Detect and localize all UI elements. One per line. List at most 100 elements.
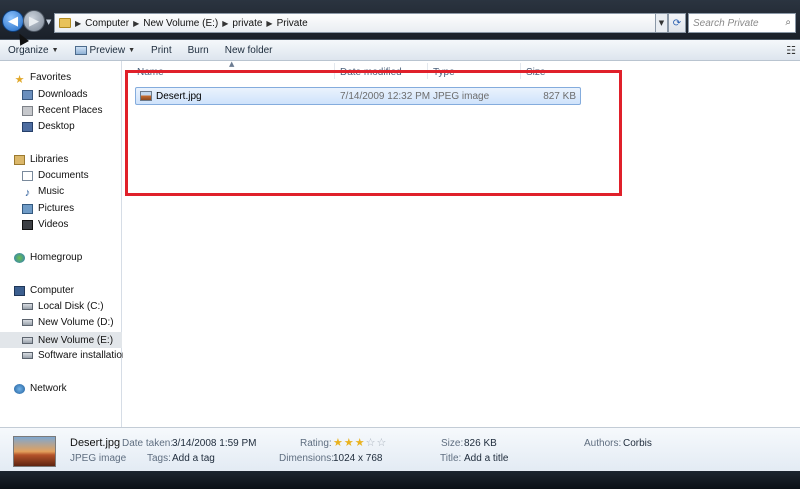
- dimensions-value: 1024 x 768: [333, 453, 383, 464]
- organize-menu[interactable]: Organize ▼: [0, 40, 67, 60]
- date-taken-value[interactable]: 3/14/2008 1:59 PM: [172, 438, 257, 449]
- sidebar-item-label: Favorites: [30, 72, 72, 83]
- chevron-right-icon[interactable]: ▶: [222, 19, 228, 28]
- change-view-icon[interactable]: ☷: [786, 44, 796, 57]
- chevron-right-icon[interactable]: ▶: [133, 19, 139, 28]
- authors-value[interactable]: Corbis: [623, 438, 652, 449]
- organize-label: Organize: [8, 44, 49, 56]
- breadcrumb-new-volume-e[interactable]: New Volume (E:): [143, 18, 218, 29]
- pictures-icon: [22, 203, 33, 214]
- sidebar-item-label: Downloads: [38, 89, 88, 100]
- file-thumbnail: [13, 436, 56, 467]
- burn-button[interactable]: Burn: [180, 40, 217, 60]
- rating-stars[interactable]: ★ ★ ★ ☆ ☆: [333, 438, 387, 449]
- sidebar-item-label: Libraries: [30, 154, 69, 165]
- star-icon[interactable]: ★: [333, 438, 343, 449]
- star-icon: ★: [14, 73, 25, 86]
- forward-button[interactable]: ▶: [23, 10, 45, 32]
- documents-icon: [22, 170, 33, 181]
- sidebar-item-label: Documents: [38, 170, 89, 181]
- sidebar-item-label: Videos: [38, 219, 69, 230]
- sidebar-item-network[interactable]: Network: [14, 383, 67, 394]
- chevron-right-icon[interactable]: ▶: [75, 19, 81, 28]
- star-icon[interactable]: ☆: [377, 438, 387, 449]
- size-value: 826 KB: [464, 438, 497, 449]
- preview-menu[interactable]: Preview ▼: [67, 40, 144, 60]
- sidebar-item-favorites[interactable]: ★ Favorites: [14, 72, 72, 86]
- sidebar-item-downloads[interactable]: Downloads: [22, 89, 87, 100]
- search-box[interactable]: ⌕: [688, 13, 796, 33]
- title-bar: ◀ ▶ ▼ ▶ Computer ▶ New Volume (E:) ▶ pri…: [0, 0, 800, 40]
- dimensions-label: Dimensions:: [279, 453, 335, 464]
- navigation-pane: ★ Favorites Downloads Recent Places Desk…: [0, 61, 128, 427]
- sidebar-item-documents[interactable]: Documents: [22, 170, 89, 181]
- sidebar-item-desktop[interactable]: Desktop: [22, 121, 75, 132]
- print-button[interactable]: Print: [143, 40, 180, 60]
- recent-pages-dropdown-icon[interactable]: ▼: [46, 18, 51, 26]
- homegroup-icon: [14, 252, 25, 263]
- sidebar-item-music[interactable]: ♪ Music: [22, 186, 65, 199]
- sidebar-item-videos[interactable]: Videos: [22, 219, 68, 230]
- downloads-folder-icon: [22, 89, 33, 100]
- red-highlight-annotation: [125, 70, 622, 196]
- computer-icon: [14, 285, 25, 296]
- sidebar-item-libraries[interactable]: Libraries: [14, 154, 68, 165]
- details-filetype: JPEG image: [70, 453, 127, 464]
- drive-icon: [22, 352, 33, 359]
- folder-icon: [59, 18, 71, 28]
- sidebar-item-label: New Volume (E:): [38, 334, 114, 346]
- tags-value[interactable]: Add a tag: [172, 453, 215, 464]
- taskbar: [0, 471, 800, 489]
- sidebar-item-local-disk-c[interactable]: Local Disk (C:): [22, 301, 104, 312]
- star-icon[interactable]: ★: [344, 438, 354, 449]
- preview-icon: [74, 45, 87, 55]
- search-icon[interactable]: ⌕: [785, 17, 791, 28]
- address-bar[interactable]: ▶ Computer ▶ New Volume (E:) ▶ private ▶…: [54, 13, 656, 33]
- star-icon[interactable]: ★: [355, 438, 365, 449]
- command-toolbar: Organize ▼ Preview ▼ Print Burn New fold…: [0, 40, 800, 61]
- size-label: Size:: [441, 438, 464, 449]
- details-filename: Desert.jpg: [70, 437, 121, 449]
- star-icon[interactable]: ☆: [366, 438, 376, 449]
- sidebar-item-recent-places[interactable]: Recent Places: [22, 105, 102, 116]
- authors-label: Authors:: [584, 438, 622, 449]
- new-folder-label: New folder: [224, 44, 273, 56]
- music-icon: ♪: [24, 186, 31, 199]
- sidebar-item-label: Recent Places: [38, 105, 103, 116]
- rating-label: Rating:: [300, 438, 332, 449]
- videos-icon: [22, 219, 33, 230]
- breadcrumb-private-folder[interactable]: private: [232, 18, 262, 29]
- recent-places-icon: [22, 105, 33, 116]
- sidebar-item-label: Network: [30, 383, 67, 394]
- desktop-icon: [22, 121, 33, 132]
- title-label: Title:: [440, 453, 462, 464]
- drive-icon: [22, 336, 33, 344]
- new-folder-button[interactable]: New folder: [217, 40, 281, 60]
- sort-ascending-icon: ▲: [229, 60, 235, 68]
- sidebar-item-label: Music: [38, 186, 65, 197]
- sidebar-item-homegroup[interactable]: Homegroup: [14, 252, 82, 263]
- sidebar-item-label: Desktop: [38, 121, 75, 132]
- refresh-button[interactable]: ⟳: [668, 13, 686, 33]
- sidebar-item-new-volume-e[interactable]: New Volume (E:): [0, 332, 122, 348]
- sidebar-item-pictures[interactable]: Pictures: [22, 203, 74, 214]
- back-button[interactable]: ◀: [2, 10, 24, 32]
- chevron-down-icon: ▼: [51, 46, 59, 54]
- address-history-dropdown[interactable]: ▼: [656, 13, 668, 33]
- chevron-down-icon: ▼: [128, 46, 136, 54]
- sidebar-item-label: Homegroup: [30, 252, 83, 263]
- drive-icon: [22, 319, 33, 326]
- preview-label: Preview: [89, 44, 126, 56]
- sidebar-item-label: Local Disk (C:): [38, 301, 104, 312]
- search-input[interactable]: [693, 17, 783, 29]
- print-label: Print: [151, 44, 172, 56]
- breadcrumb-private-subfolder[interactable]: Private: [277, 18, 308, 29]
- sidebar-item-software-installation[interactable]: Software installation: [22, 350, 128, 361]
- date-taken-label: Date taken:: [122, 438, 174, 449]
- breadcrumb-computer[interactable]: Computer: [85, 18, 129, 29]
- tags-label: Tags:: [147, 453, 171, 464]
- sidebar-item-new-volume-d[interactable]: New Volume (D:): [22, 317, 114, 328]
- chevron-right-icon[interactable]: ▶: [266, 19, 272, 28]
- sidebar-item-computer[interactable]: Computer: [14, 285, 74, 296]
- title-value[interactable]: Add a title: [464, 453, 508, 464]
